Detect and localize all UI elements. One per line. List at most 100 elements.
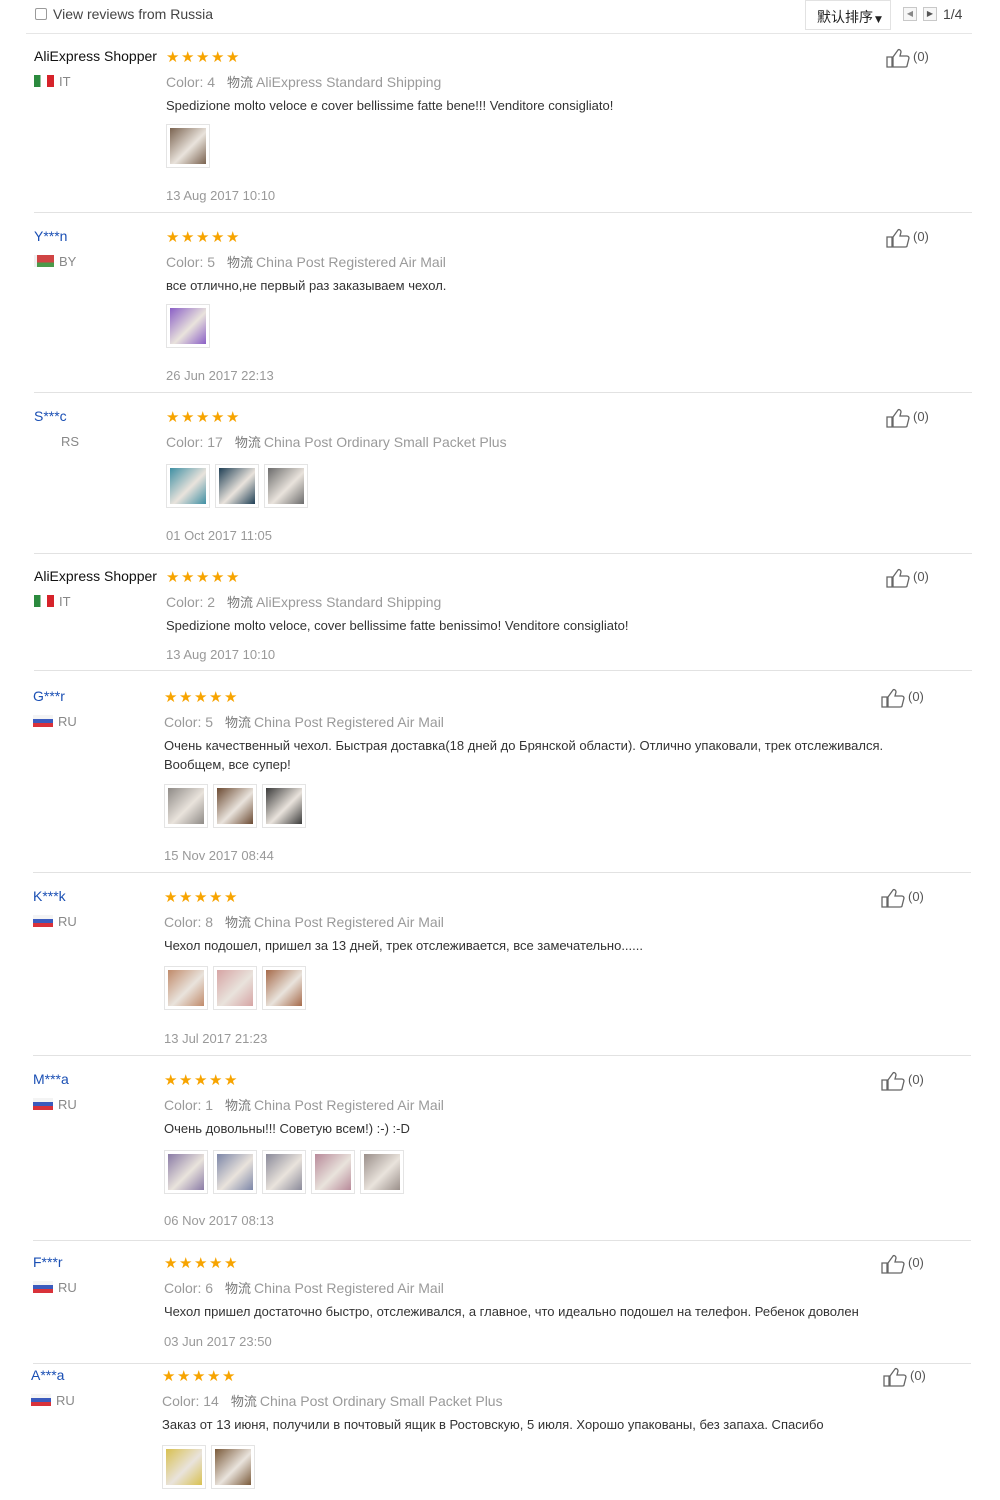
shipping-method: China Post Registered Air Mail xyxy=(254,1280,444,1296)
review-date: 15 Nov 2017 08:44 xyxy=(164,848,274,863)
russia-filter-checkbox[interactable] xyxy=(35,8,47,20)
helpful-button[interactable]: (0) xyxy=(881,888,931,910)
star-icon: ★ xyxy=(166,569,180,586)
reviewer-name[interactable]: K***k xyxy=(33,888,66,904)
photo-image xyxy=(219,468,255,504)
review-photo-thumbnail[interactable] xyxy=(262,1150,306,1194)
thumbs-up-icon xyxy=(881,1071,905,1091)
review-text: Spedizione molto veloce e cover bellissi… xyxy=(166,98,614,113)
reviewer-name[interactable]: Y***n xyxy=(34,228,67,244)
reviewer-name: AliExpress Shopper xyxy=(34,568,157,584)
star-icon: ★ xyxy=(224,889,238,906)
thumbs-up-icon xyxy=(886,228,910,248)
reviewer-name[interactable]: S***c xyxy=(34,408,67,424)
star-icon: ★ xyxy=(211,49,225,66)
review-photo-thumbnail[interactable] xyxy=(166,124,210,168)
photo-image xyxy=(168,788,204,824)
flag-ru-icon xyxy=(31,1394,51,1406)
country-code: RU xyxy=(58,1280,77,1295)
reviewer-name[interactable]: G***r xyxy=(33,688,65,704)
review-attributes: Color: 5 物流 China Post Registered Air Mail xyxy=(164,712,444,731)
review-photo-thumbnail[interactable] xyxy=(213,966,257,1010)
thumbs-up-icon xyxy=(886,408,910,428)
helpful-count: (0) xyxy=(908,889,924,904)
russia-filter-label[interactable]: View reviews from Russia xyxy=(53,6,213,22)
thumbs-up-icon xyxy=(886,568,910,588)
helpful-button[interactable]: (0) xyxy=(881,1071,931,1093)
country-code: RU xyxy=(58,914,77,929)
photo-image xyxy=(266,970,302,1006)
review-item: G***r RU ★ ★ ★ ★ ★ Color: 5 物流 China Post Registe… xyxy=(33,688,971,873)
review-item: AliExpress Shopper IT ★ ★ ★ ★ ★ Color: 4 物流 AliEx… xyxy=(34,48,972,213)
review-date: 03 Jun 2017 23:50 xyxy=(164,1334,272,1349)
review-photo-thumbnail[interactable] xyxy=(262,784,306,828)
review-photo-thumbnail[interactable] xyxy=(162,1445,206,1489)
color-option: Color: 5 xyxy=(166,254,216,270)
helpful-button[interactable]: (0) xyxy=(886,568,936,590)
review-date: 01 Oct 2017 11:05 xyxy=(166,528,273,543)
shipping-icon: 物流 xyxy=(225,1099,252,1114)
star-icon: ★ xyxy=(222,1368,236,1385)
photo-image xyxy=(168,1154,204,1190)
helpful-count: (0) xyxy=(913,569,929,584)
review-item: F***r RU ★ ★ ★ ★ ★ Color: 6 物流 China Post Registe… xyxy=(33,1254,971,1364)
review-photo-thumbnail[interactable] xyxy=(211,1445,255,1489)
review-photo-thumbnail[interactable] xyxy=(213,784,257,828)
country-code: RU xyxy=(58,714,77,729)
reviewer-name[interactable]: M***a xyxy=(33,1071,69,1087)
review-attributes: Color: 5 物流 China Post Registered Air Mail xyxy=(166,252,446,271)
country-code: IT xyxy=(59,74,71,89)
reviewer-name[interactable]: F***r xyxy=(33,1254,63,1270)
review-photo-thumbnail[interactable] xyxy=(164,784,208,828)
reviews-toolbar: View reviews from Russia 默认排序 ▼ ◀ ▶ 1/4 xyxy=(26,0,972,34)
prev-page-button[interactable]: ◀ xyxy=(903,7,917,21)
thumbs-up-icon xyxy=(886,48,910,68)
helpful-button[interactable]: (0) xyxy=(881,1254,931,1276)
photo-image xyxy=(315,1154,351,1190)
star-icon: ★ xyxy=(224,689,238,706)
review-photo-thumbnail[interactable] xyxy=(164,966,208,1010)
helpful-button[interactable]: (0) xyxy=(881,688,931,710)
helpful-button[interactable]: (0) xyxy=(886,48,936,70)
color-option: Color: 5 xyxy=(164,714,214,730)
review-text: Чехол подошел, пришел за 13 дней, трек о… xyxy=(164,938,643,953)
review-photo-thumbnail[interactable] xyxy=(264,464,308,508)
helpful-count: (0) xyxy=(908,689,924,704)
star-icon: ★ xyxy=(226,409,240,426)
star-icon: ★ xyxy=(211,229,225,246)
color-option: Color: 8 xyxy=(164,914,214,930)
star-icon: ★ xyxy=(181,49,195,66)
review-photo-thumbnail[interactable] xyxy=(215,464,259,508)
review-photo-thumbnail[interactable] xyxy=(262,966,306,1010)
review-photo-thumbnail[interactable] xyxy=(166,464,210,508)
reviewer-name[interactable]: A***a xyxy=(31,1367,64,1383)
review-photo-thumbnail[interactable] xyxy=(360,1150,404,1194)
review-date: 13 Jul 2017 21:23 xyxy=(164,1031,268,1046)
thumbs-up-icon xyxy=(881,888,905,908)
helpful-button[interactable]: (0) xyxy=(886,408,936,430)
review-photo-thumbnail[interactable] xyxy=(213,1150,257,1194)
review-text: Spedizione molto veloce, cover bellissim… xyxy=(166,618,629,633)
country-code: RU xyxy=(56,1393,75,1408)
review-photo-thumbnail[interactable] xyxy=(311,1150,355,1194)
review-text: Очень довольны!!! Советую всем!) :-) :-D xyxy=(164,1121,410,1136)
star-icon: ★ xyxy=(162,1368,176,1385)
review-attributes: Color: 17 物流 China Post Ordinary Small Pac… xyxy=(166,432,507,451)
sort-dropdown[interactable]: 默认排序 ▼ xyxy=(805,0,891,30)
shipping-method: China Post Ordinary Small Packet Plus xyxy=(263,434,507,450)
helpful-button[interactable]: (0) xyxy=(886,228,936,250)
review-date: 26 Jun 2017 22:13 xyxy=(166,368,274,383)
star-icon: ★ xyxy=(194,689,208,706)
shipping-method: China Post Registered Air Mail xyxy=(254,914,444,930)
star-icon: ★ xyxy=(209,1255,223,1272)
color-option: Color: 4 xyxy=(166,74,216,90)
photo-image xyxy=(170,308,206,344)
star-rating: ★ ★ ★ ★ ★ xyxy=(166,409,244,426)
helpful-button[interactable]: (0) xyxy=(883,1367,933,1389)
review-attributes: Color: 6 物流 China Post Registered Air Mail xyxy=(164,1278,444,1297)
review-item: A***a RU ★ ★ ★ ★ ★ Color: 14 物流 China Post Ordina… xyxy=(31,1367,971,1497)
review-photo-thumbnail[interactable] xyxy=(166,304,210,348)
next-page-button[interactable]: ▶ xyxy=(923,7,937,21)
review-photo-thumbnail[interactable] xyxy=(164,1150,208,1194)
shipping-icon: 物流 xyxy=(227,76,254,91)
